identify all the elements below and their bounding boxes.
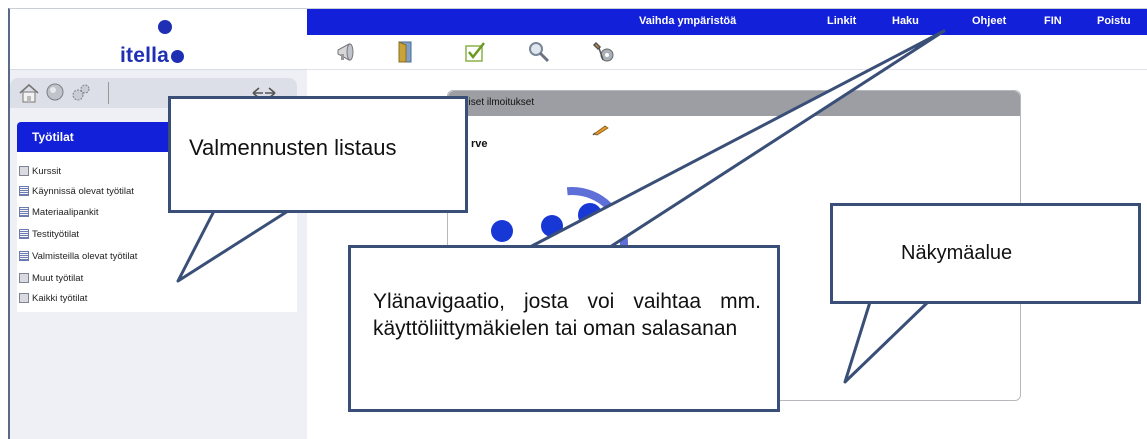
home-icon[interactable] [18, 82, 40, 104]
list-item[interactable]: Testityötilat [19, 226, 79, 242]
folder-icon [19, 166, 29, 176]
folder-icon [19, 273, 29, 283]
search-link[interactable]: Haku [892, 15, 919, 27]
magnifier-icon[interactable] [527, 40, 551, 64]
door-icon[interactable] [393, 40, 417, 64]
workspaces-title: Työtilat [32, 130, 74, 144]
top-navigation: Vaihda ympäristöä Linkit Haku Ohjeet FIN… [307, 9, 1147, 35]
document-icon [19, 251, 29, 261]
people-icon[interactable] [44, 82, 66, 104]
panel-title-bar: eiset ilmoitukset [448, 91, 1020, 116]
help-link[interactable]: Ohjeet [972, 15, 1006, 27]
callout-nav: Ylänavigaatio, josta voi vaihtaa mm. käy… [348, 245, 780, 412]
language-link[interactable]: FIN [1044, 15, 1062, 27]
pencil-icon[interactable] [592, 122, 610, 136]
list-item[interactable]: Kaikki työtilat [19, 290, 87, 306]
callout-view-text: Näkymäalue [901, 242, 1013, 264]
document-icon [19, 186, 29, 196]
toolbar-divider [108, 82, 109, 104]
panel-title: eiset ilmoitukset [463, 97, 535, 108]
document-icon [19, 229, 29, 239]
document-icon [19, 207, 29, 217]
list-item[interactable]: Kurssit [19, 163, 61, 179]
toolbar [307, 35, 1147, 70]
tools-icon[interactable] [592, 40, 616, 64]
callout-nav-text: Ylänavigaatio, josta voi vaihtaa mm. käy… [373, 290, 761, 340]
list-item[interactable]: Materiaalipankit [19, 204, 99, 220]
callout-list-text: Valmennusten listaus [189, 135, 397, 160]
gear-icon[interactable] [70, 82, 92, 104]
logo-text: itella [120, 44, 170, 67]
list-item[interactable]: Valmisteilla olevat työtilat [19, 248, 137, 264]
checkmark-icon[interactable] [463, 40, 487, 64]
logo-dot [171, 50, 185, 63]
logout-link[interactable]: Poistu [1097, 15, 1131, 27]
logo[interactable]: itella [10, 9, 307, 70]
links-link[interactable]: Linkit [827, 15, 856, 27]
folder-icon [19, 293, 29, 303]
welcome-text: rve [471, 138, 488, 150]
callout-view: Näkymäalue [830, 203, 1141, 304]
megaphone-icon[interactable] [335, 40, 359, 64]
list-item[interactable]: Muut työtilat [19, 270, 83, 286]
logo-dot [158, 20, 172, 34]
callout-list: Valmennusten listaus [168, 96, 468, 213]
list-item[interactable]: Käynnissä olevat työtilat [19, 183, 134, 199]
env-switch-link[interactable]: Vaihda ympäristöä [639, 15, 736, 27]
